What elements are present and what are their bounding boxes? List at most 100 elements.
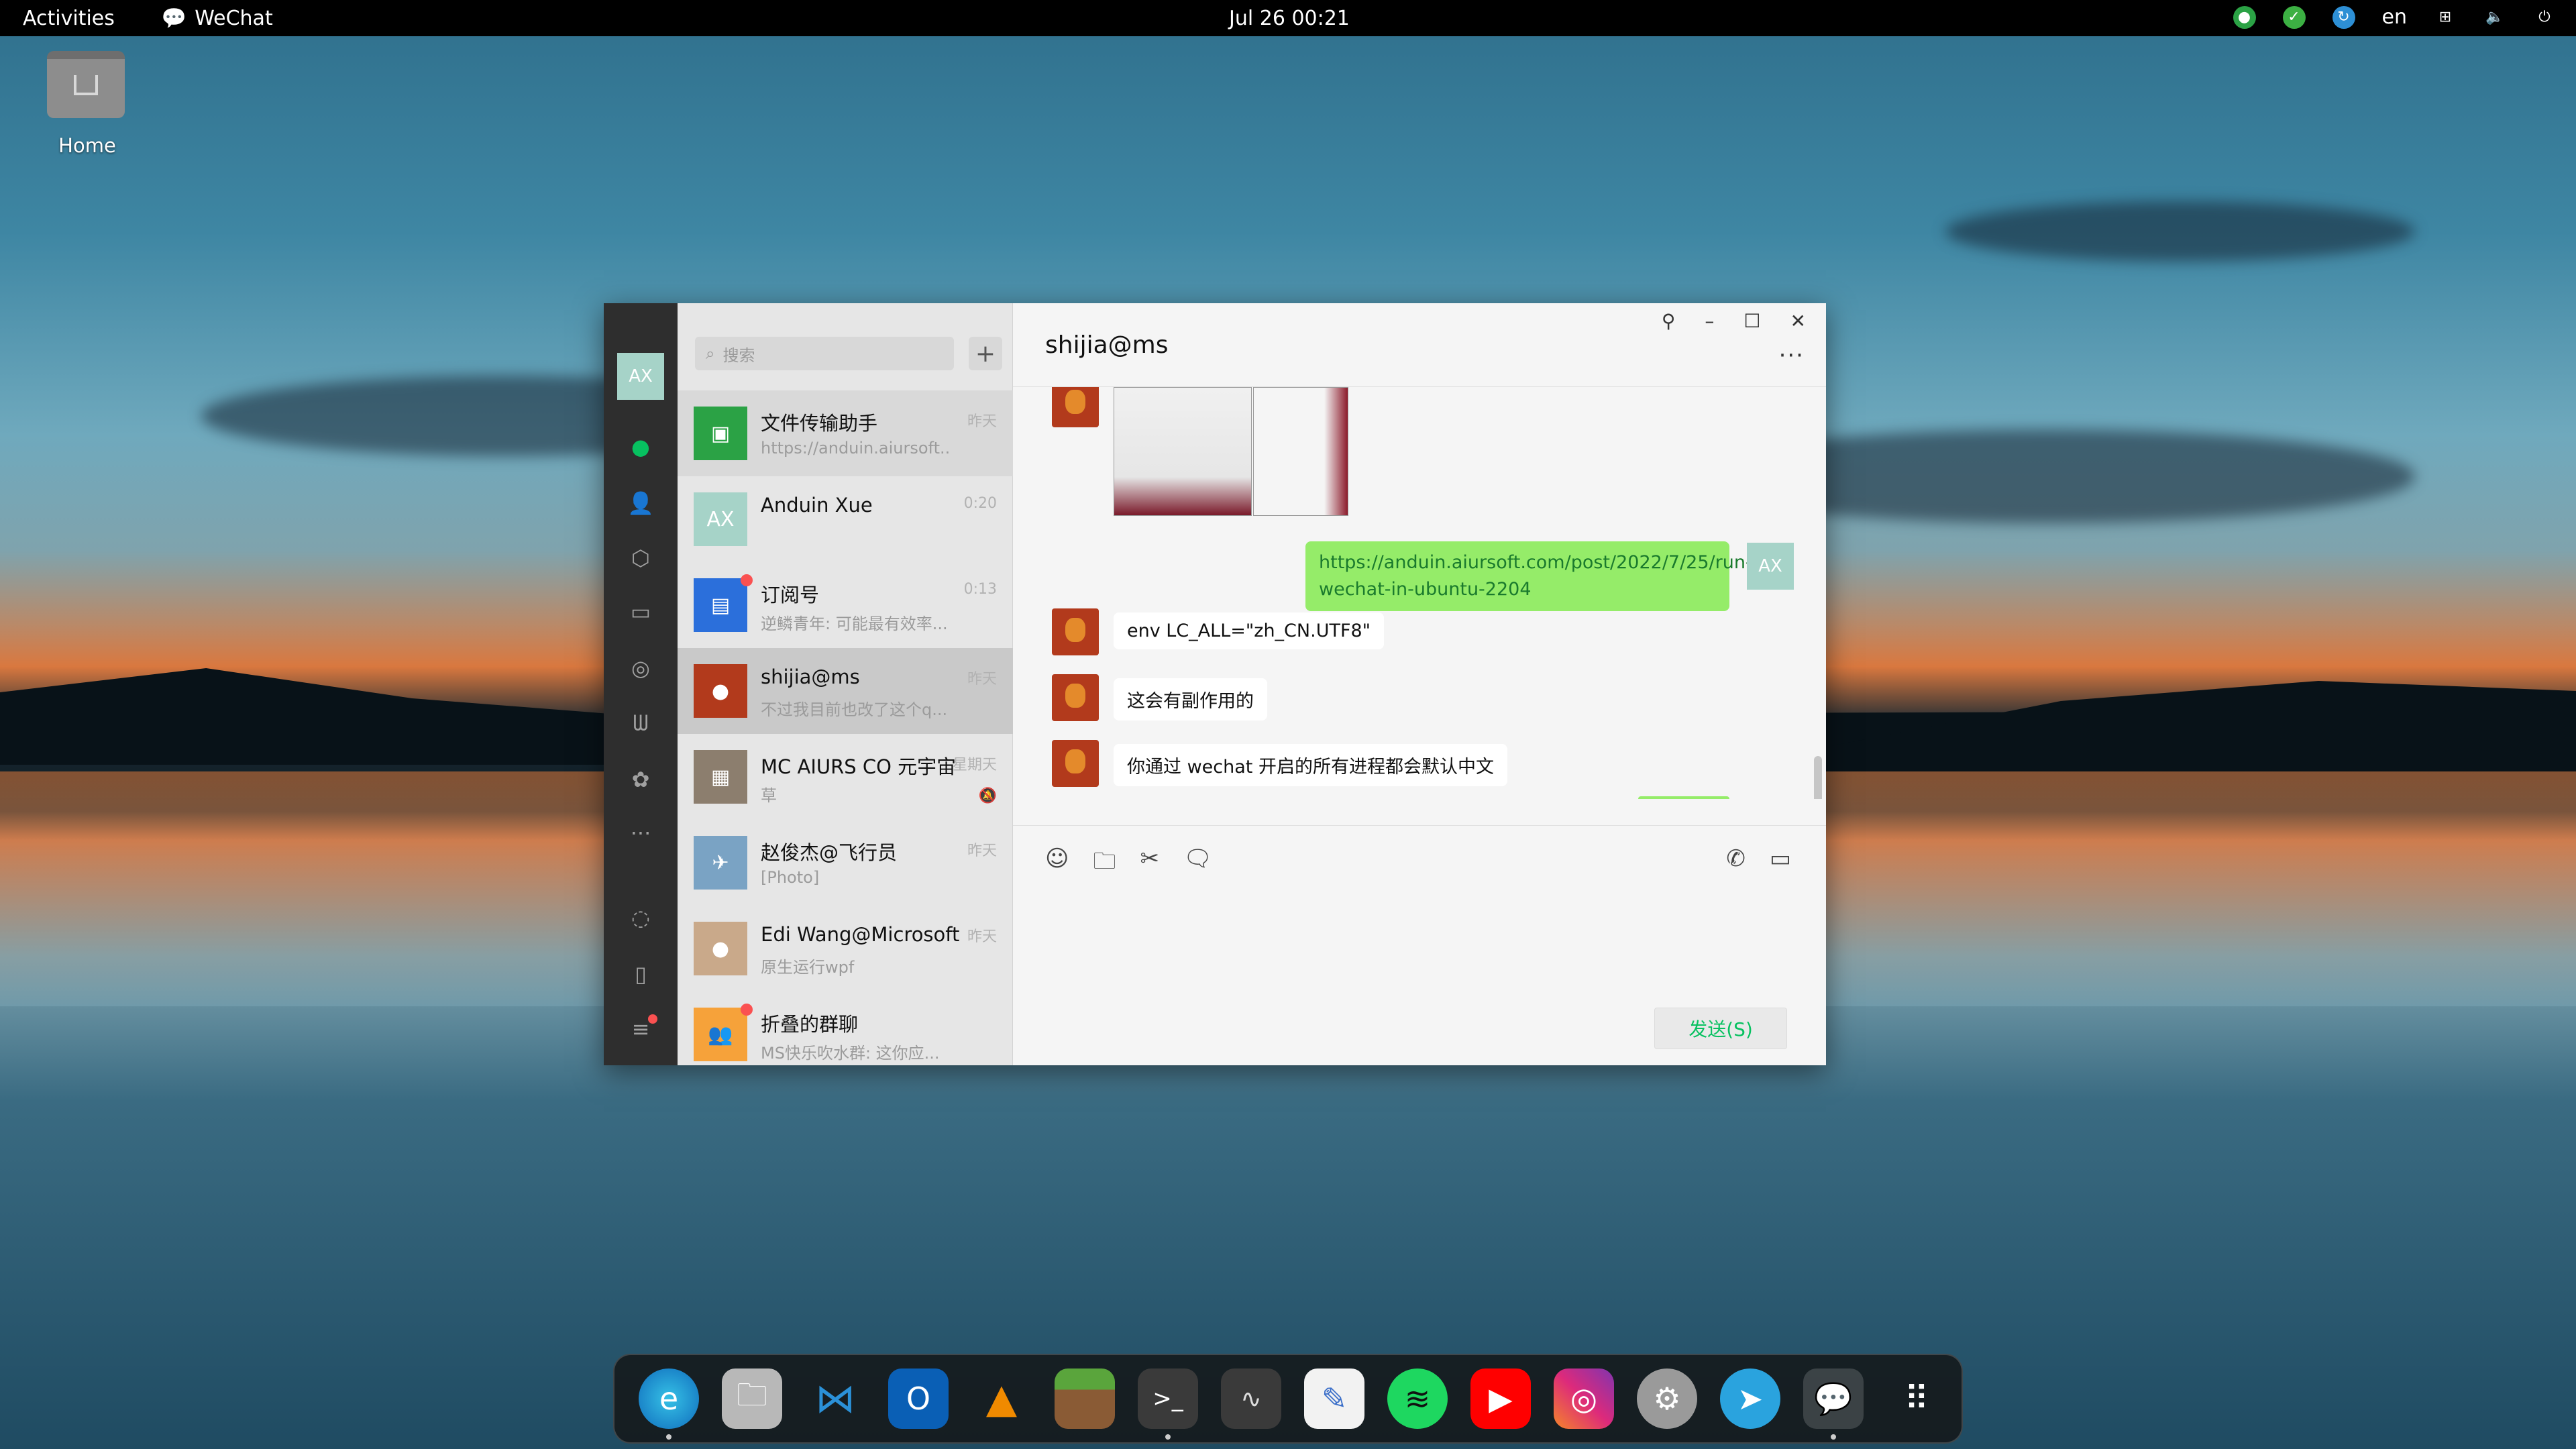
conversation-time: 0:20 bbox=[963, 495, 997, 512]
phone-icon[interactable]: ▯ bbox=[627, 961, 654, 987]
wechat-tray-icon[interactable]: ● bbox=[2233, 5, 2256, 29]
conversation-preview: MS快乐吹水群: 这你应... bbox=[761, 1044, 940, 1063]
conversation-preview: 不过我目前也改了这个q... bbox=[761, 700, 948, 719]
youtube-icon[interactable]: ▶ bbox=[1470, 1368, 1531, 1429]
wechat-window: AX ● 👤 ⬡ ▭ ◎ ᗯ ✿ ··· ◌ ▯ ≡ ⌕ 搜索 + ▣ 文件传输… bbox=[604, 303, 1826, 1065]
conversation-name: shijia@ms bbox=[761, 665, 860, 688]
profile-avatar[interactable]: AX bbox=[617, 353, 664, 400]
check-tray-icon[interactable]: ✓ bbox=[2282, 5, 2306, 29]
edge-icon[interactable]: e bbox=[639, 1368, 699, 1440]
telegram-icon[interactable]: ➤ bbox=[1720, 1368, 1780, 1429]
clock[interactable]: Jul 26 00:21 bbox=[1229, 7, 1350, 30]
conversation-item-active[interactable]: ● shijia@ms 不过我目前也改了这个q... 昨天 bbox=[678, 648, 1013, 734]
my-avatar[interactable]: AX bbox=[1747, 543, 1794, 590]
chats-icon[interactable]: ● bbox=[627, 433, 654, 460]
message-bubble-sent[interactable]: https://anduin.aiursoft.com/post/2022/7/… bbox=[1305, 541, 1752, 611]
send-button[interactable]: 发送(S) bbox=[1654, 1008, 1787, 1049]
network-icon[interactable]: ⊞ bbox=[2434, 6, 2457, 29]
text-editor-icon[interactable]: ✎ bbox=[1304, 1368, 1364, 1429]
language-indicator[interactable]: en bbox=[2382, 5, 2407, 29]
chat-history-icon[interactable]: 🗨 bbox=[1183, 845, 1212, 883]
message-bubble-received[interactable]: 你通过 wechat 开启的所有进程都会默认中文 bbox=[1114, 744, 1507, 786]
voice-call-icon[interactable]: ✆ bbox=[1726, 845, 1746, 872]
conversation-time: 0:13 bbox=[963, 581, 997, 598]
settings-icon[interactable]: ⚙ bbox=[1637, 1368, 1697, 1429]
mini-programs-icon[interactable]: ✿ bbox=[627, 766, 654, 793]
conversation-time: 昨天 bbox=[967, 928, 997, 945]
message-area[interactable]: https://anduin.aiursoft.com/post/2022/7/… bbox=[1013, 387, 1826, 799]
screenshot-thumbnail[interactable] bbox=[1253, 387, 1348, 516]
system-monitor-icon[interactable]: ∿ bbox=[1221, 1368, 1281, 1429]
emoji-icon[interactable]: ☺ bbox=[1045, 845, 1069, 883]
dock: e 🗀 ⋈ O ▲ >_ ∿ ✎ ≋ ▶ ◎ ⚙ ➤ 💬 ⠿ bbox=[613, 1354, 1963, 1444]
conversation-preview: [Photo] bbox=[761, 868, 820, 887]
wechat-dock-icon[interactable]: 💬 bbox=[1803, 1368, 1864, 1440]
conversation-item[interactable]: ▣ 文件传输助手 https://anduin.aiursoft.... 昨天 bbox=[678, 390, 1013, 476]
folded-group-icon: 👥 bbox=[694, 1008, 747, 1061]
screenshot-thumbnail[interactable] bbox=[1114, 387, 1252, 516]
conversation-item[interactable]: ▤ 订阅号 逆鳞青年: 可能最有效率... 0:13 bbox=[678, 562, 1013, 648]
conversation-time: 昨天 bbox=[967, 843, 997, 859]
video-call-icon[interactable]: ▭ bbox=[1770, 845, 1791, 872]
vlc-icon[interactable]: ▲ bbox=[971, 1368, 1032, 1429]
files-icon[interactable]: 🗀 bbox=[722, 1368, 782, 1429]
contact-avatar[interactable] bbox=[1052, 740, 1099, 787]
conversation-item[interactable]: AX Anduin Xue 0:20 bbox=[678, 476, 1013, 562]
sync-tray-icon[interactable]: ↻ bbox=[2332, 5, 2355, 29]
folder-icon[interactable]: 🗀 bbox=[1093, 845, 1116, 883]
contact-avatar: AX bbox=[694, 492, 747, 546]
contact-avatar: ● bbox=[694, 922, 747, 975]
mini-program-panel-icon[interactable]: ◌ bbox=[627, 904, 654, 931]
channels-icon[interactable]: ᗯ bbox=[627, 710, 654, 737]
chat-more-button[interactable]: ··· bbox=[1779, 342, 1805, 369]
conversation-item[interactable]: ▦ MC AIURS CO 元宇宙 草 星期天 🔕 bbox=[678, 734, 1013, 820]
moments-icon[interactable]: ◎ bbox=[627, 655, 654, 682]
minecraft-icon[interactable] bbox=[1055, 1368, 1115, 1429]
maximize-icon[interactable]: ☐ bbox=[1743, 310, 1760, 332]
terminal-icon[interactable]: >_ bbox=[1138, 1368, 1198, 1440]
contacts-icon[interactable]: 👤 bbox=[627, 490, 654, 517]
cloud bbox=[1945, 201, 2415, 262]
contact-avatar: ✈ bbox=[694, 836, 747, 890]
conversation-item[interactable]: ● Edi Wang@Microsoft 原生运行wpf 昨天 bbox=[678, 906, 1013, 991]
spotify-icon[interactable]: ≋ bbox=[1387, 1368, 1448, 1429]
activities-button[interactable]: Activities bbox=[23, 7, 115, 30]
window-controls: ⚲ – ☐ ✕ bbox=[1662, 310, 1806, 332]
contact-avatar[interactable] bbox=[1052, 674, 1099, 721]
conversation-time: 昨天 bbox=[967, 413, 997, 430]
minimize-icon[interactable]: – bbox=[1705, 310, 1714, 332]
add-button[interactable]: + bbox=[969, 337, 1002, 370]
conversation-preview: 原生运行wpf bbox=[761, 958, 855, 977]
call-toolbar: ✆ ▭ bbox=[1726, 845, 1791, 872]
search-placeholder: 搜索 bbox=[722, 345, 755, 365]
volume-icon[interactable]: 🔈 bbox=[2483, 6, 2506, 29]
mute-icon: 🔕 bbox=[978, 788, 997, 804]
message-bubble-received[interactable]: 这会有副作用的 bbox=[1114, 678, 1267, 720]
scrollbar[interactable] bbox=[1814, 756, 1822, 799]
home-folder-icon[interactable] bbox=[47, 51, 125, 125]
pin-icon[interactable]: ⚲ bbox=[1662, 310, 1676, 332]
outlook-icon[interactable]: O bbox=[888, 1368, 949, 1429]
show-apps-icon[interactable]: ⠿ bbox=[1886, 1368, 1947, 1429]
app-menu[interactable]: 💬 WeChat bbox=[162, 7, 273, 30]
search-input[interactable]: ⌕ 搜索 bbox=[695, 337, 954, 370]
favorites-icon[interactable]: ⬡ bbox=[627, 545, 654, 572]
menu-badge bbox=[648, 1014, 657, 1024]
instagram-icon[interactable]: ◎ bbox=[1554, 1368, 1614, 1429]
more-icon[interactable]: ··· bbox=[627, 820, 654, 847]
conversation-preview: https://anduin.aiursoft.... bbox=[761, 439, 949, 458]
contact-avatar[interactable] bbox=[1052, 608, 1099, 655]
conversation-preview: 逆鳞青年: 可能最有效率... bbox=[761, 614, 948, 633]
close-icon[interactable]: ✕ bbox=[1790, 310, 1806, 332]
power-icon[interactable]: ⏻ bbox=[2533, 6, 2556, 29]
message-bubble-received[interactable]: env LC_ALL="zh_CN.UTF8" bbox=[1114, 612, 1385, 649]
files-icon[interactable]: ▭ bbox=[627, 598, 654, 625]
input-toolbar: ☺ 🗀 ✂ 🗨 bbox=[1045, 845, 1212, 883]
conversation-item[interactable]: 👥 折叠的群聊 MS快乐吹水群: 这你应... bbox=[678, 991, 1013, 1065]
wechat-sidebar: AX ● 👤 ⬡ ▭ ◎ ᗯ ✿ ··· ◌ ▯ ≡ bbox=[604, 303, 678, 1065]
conversation-item[interactable]: ✈ 赵俊杰@飞行员 [Photo] 昨天 bbox=[678, 820, 1013, 906]
screenshot-icon[interactable]: ✂ bbox=[1140, 845, 1159, 883]
conversation-list: ⌕ 搜索 + ▣ 文件传输助手 https://anduin.aiursoft.… bbox=[678, 303, 1013, 1065]
top-bar: Activities 💬 WeChat Jul 26 00:21 ● ✓ ↻ e… bbox=[0, 0, 2576, 36]
vscode-icon[interactable]: ⋈ bbox=[805, 1368, 865, 1429]
